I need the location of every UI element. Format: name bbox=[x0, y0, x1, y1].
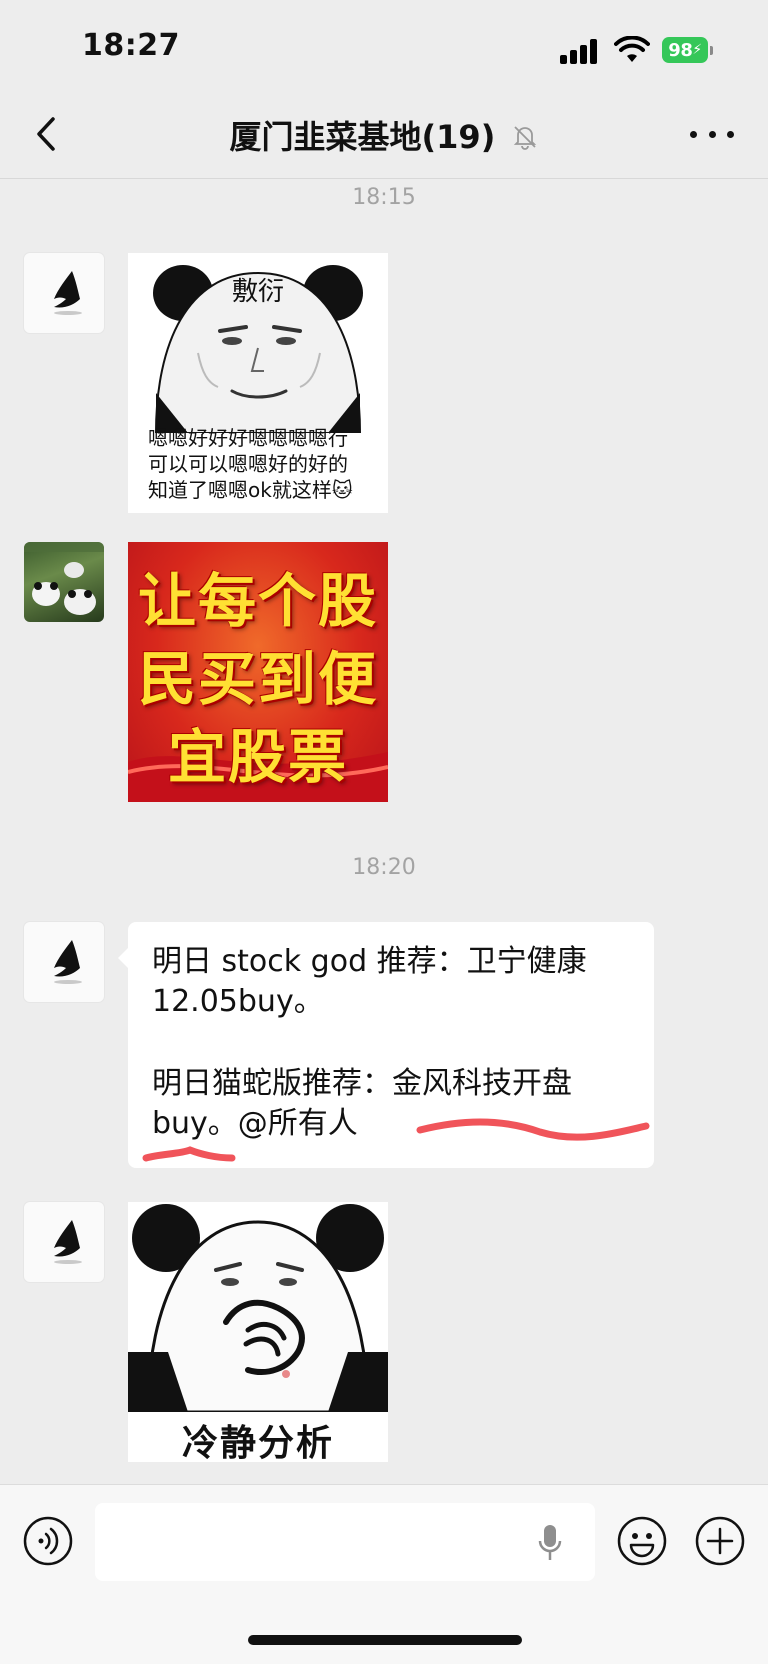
bell-slash-icon bbox=[514, 126, 537, 150]
banner-line: 宜股票 bbox=[167, 723, 348, 791]
status-time: 18:27 bbox=[82, 28, 180, 63]
pandas-photo-icon bbox=[24, 542, 104, 615]
orca-logo-icon bbox=[54, 940, 82, 984]
smiley-icon[interactable] bbox=[616, 1515, 668, 1567]
plus-circle-icon[interactable] bbox=[694, 1515, 746, 1567]
avatar[interactable] bbox=[24, 253, 104, 333]
signal-icon bbox=[560, 38, 600, 64]
chat-title: 厦门韭菜基地(19) bbox=[0, 112, 768, 158]
banner-line: 让每个股 bbox=[137, 567, 378, 635]
group-name: 厦门韭菜基地(19) bbox=[229, 118, 496, 156]
banner-image-message[interactable]: 让每个股 民买到便 宜股票 bbox=[128, 542, 388, 802]
message-line: 明日 stock god 推荐：卫宁健康 bbox=[152, 944, 587, 979]
meme-caption: 冷静分析 bbox=[181, 1423, 334, 1462]
meme-caption-line: 嗯嗯好好好嗯嗯嗯嗯行 bbox=[148, 426, 348, 450]
more-button[interactable] bbox=[690, 118, 734, 150]
microphone-icon[interactable] bbox=[538, 1523, 562, 1563]
timestamp: 18:15 bbox=[352, 185, 416, 210]
home-indicator bbox=[248, 1635, 522, 1645]
avatar[interactable] bbox=[24, 542, 104, 622]
banner-line: 民买到便 bbox=[137, 645, 378, 713]
meme-image-message[interactable]: 冷静分析 bbox=[128, 1202, 388, 1462]
status-bar: 18:27 98 ⚡ bbox=[0, 0, 768, 90]
avatar[interactable] bbox=[24, 922, 104, 1002]
message-line: 明日猫蛇版推荐：金风科技开盘 bbox=[152, 1066, 572, 1101]
voice-wave-icon[interactable] bbox=[22, 1515, 74, 1567]
orca-logo-icon bbox=[54, 271, 82, 315]
timestamp: 18:20 bbox=[352, 855, 416, 880]
battery-indicator: 98 ⚡ bbox=[662, 37, 713, 63]
wifi-icon bbox=[614, 36, 650, 62]
red-underline-annotation bbox=[142, 1118, 650, 1162]
meme-face-label: 敷衍 bbox=[231, 277, 284, 307]
chat-header: 厦门韭菜基地(19) bbox=[0, 90, 768, 179]
battery-level: 98 bbox=[668, 39, 693, 61]
orca-logo-icon bbox=[54, 1220, 82, 1264]
avatar[interactable] bbox=[24, 1202, 104, 1282]
meme-image-message[interactable]: 敷衍 嗯嗯好好好嗯嗯嗯嗯行 可以可以嗯嗯好的好的 知道了嗯嗯ok就这样🐱 bbox=[128, 253, 388, 513]
meme-caption-line: 可以可以嗯嗯好的好的 bbox=[148, 452, 348, 476]
message-input[interactable] bbox=[95, 1503, 595, 1581]
message-line: 12.05buy。 bbox=[152, 984, 324, 1019]
ellipsis-icon bbox=[690, 130, 697, 138]
meme-caption-line: 知道了嗯嗯ok就这样🐱 bbox=[148, 478, 353, 502]
panda-thinking-illustration bbox=[128, 1204, 388, 1414]
